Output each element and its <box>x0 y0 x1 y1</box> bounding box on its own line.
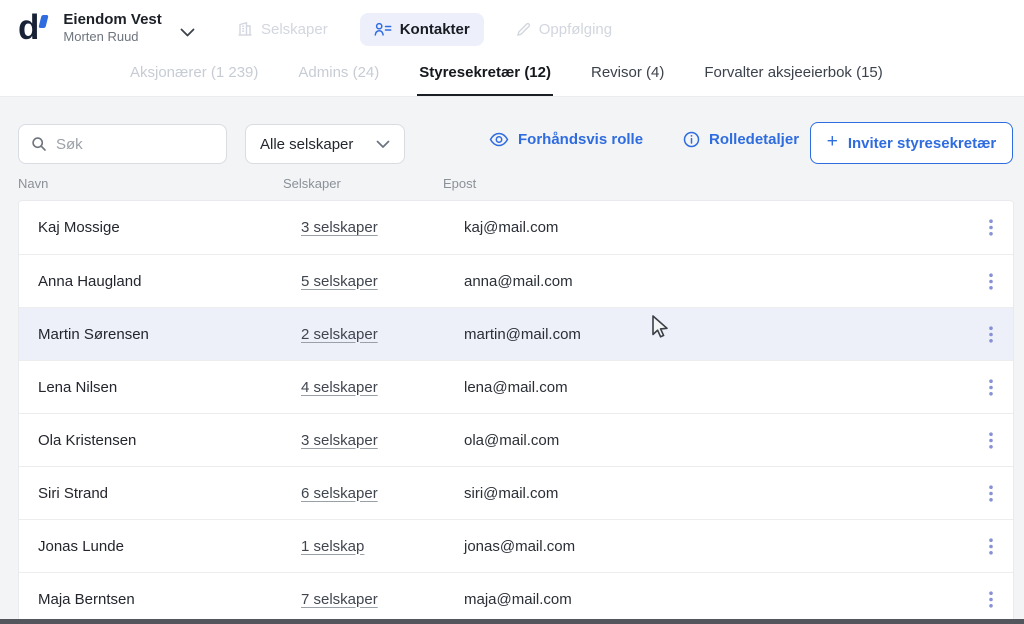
column-header-email: Epost <box>443 176 970 191</box>
nav-item-companies[interactable]: Selskaper <box>227 13 338 46</box>
table-row[interactable]: Maja Berntsen 7 selskaper maja@mail.com <box>19 572 1013 624</box>
companies-link[interactable]: 7 selskaper <box>301 591 378 608</box>
org-block: Eiendom Vest Morten Ruud <box>63 11 161 46</box>
org-user-name: Morten Ruud <box>63 29 161 45</box>
preview-role-link[interactable]: Forhåndsvis rolle <box>489 131 643 148</box>
contact-email: jonas@mail.com <box>464 538 969 555</box>
info-icon <box>683 131 700 148</box>
building-icon <box>237 21 253 37</box>
preview-role-label: Forhåndsvis rolle <box>518 131 643 148</box>
contact-name: Maja Berntsen <box>38 591 301 608</box>
kebab-menu-icon[interactable] <box>969 432 1013 449</box>
table-row[interactable]: Kaj Mossige 3 selskaper kaj@mail.com <box>19 201 1013 254</box>
contacts-icon <box>374 22 392 37</box>
table-row[interactable]: Ola Kristensen 3 selskaper ola@mail.com <box>19 413 1013 466</box>
contacts-table: Kaj Mossige 3 selskaper kaj@mail.com Ann… <box>18 200 1014 624</box>
nav-item-followup[interactable]: Oppfølging <box>506 13 622 46</box>
contact-email: ola@mail.com <box>464 432 969 449</box>
kebab-menu-icon[interactable] <box>969 219 1013 236</box>
contact-email: anna@mail.com <box>464 273 969 290</box>
kebab-menu-icon[interactable] <box>969 485 1013 502</box>
tab-board-secretary[interactable]: Styresekretær (12) <box>417 60 553 97</box>
invite-secretary-button[interactable]: + Inviter styresekretær <box>810 122 1013 164</box>
chevron-down-icon <box>376 140 390 149</box>
logo-accent-mark <box>39 15 49 28</box>
kebab-menu-icon[interactable] <box>969 326 1013 343</box>
table-row-hovered[interactable]: Martin Sørensen 2 selskaper martin@mail.… <box>19 307 1013 360</box>
contact-name: Jonas Lunde <box>38 538 301 555</box>
kebab-menu-icon[interactable] <box>969 591 1013 608</box>
eye-icon <box>489 132 509 147</box>
companies-link[interactable]: 2 selskaper <box>301 326 378 343</box>
contact-name: Martin Sørensen <box>38 326 301 343</box>
filter-value: Alle selskaper <box>260 136 353 153</box>
org-name: Eiendom Vest <box>63 11 161 30</box>
tab-registrar[interactable]: Forvalter aksjeeierbok (15) <box>702 60 884 97</box>
contact-email: lena@mail.com <box>464 379 969 396</box>
chevron-down-icon[interactable] <box>180 28 195 37</box>
contact-name: Anna Haugland <box>38 273 301 290</box>
table-row[interactable]: Siri Strand 6 selskaper siri@mail.com <box>19 466 1013 519</box>
app-logo: d <box>18 9 47 47</box>
kebab-menu-icon[interactable] <box>969 273 1013 290</box>
window-bottom-edge <box>0 619 1024 624</box>
companies-link[interactable]: 1 selskap <box>301 538 364 555</box>
top-nav: Selskaper Kontakter Oppfølging <box>227 10 622 48</box>
companies-link[interactable]: 3 selskaper <box>301 219 378 236</box>
kebab-menu-icon[interactable] <box>969 538 1013 555</box>
table-row[interactable]: Jonas Lunde 1 selskap jonas@mail.com <box>19 519 1013 572</box>
role-details-link[interactable]: Rolledetaljer <box>683 131 799 148</box>
pencil-icon <box>516 22 531 37</box>
nav-item-label: Oppfølging <box>539 21 612 38</box>
column-header-name: Navn <box>18 176 283 191</box>
search-box[interactable] <box>18 124 227 164</box>
companies-link[interactable]: 6 selskaper <box>301 485 378 502</box>
org-switcher[interactable]: d Eiendom Vest Morten Ruud <box>18 9 195 47</box>
company-filter-select[interactable]: Alle selskaper <box>245 124 405 164</box>
companies-link[interactable]: 3 selskaper <box>301 432 378 449</box>
table-row[interactable]: Lena Nilsen 4 selskaper lena@mail.com <box>19 360 1013 413</box>
contact-email: siri@mail.com <box>464 485 969 502</box>
plus-icon: + <box>827 131 838 153</box>
app-header: d Eiendom Vest Morten Ruud Selskaper <box>0 0 1024 96</box>
nav-item-label: Kontakter <box>400 21 470 38</box>
tab-bar: Aksjonærer (1 239) Admins (24) Styresekr… <box>128 60 885 97</box>
tab-auditor[interactable]: Revisor (4) <box>589 60 666 97</box>
invite-button-label: Inviter styresekretær <box>848 135 996 152</box>
nav-item-label: Selskaper <box>261 21 328 38</box>
kebab-menu-icon[interactable] <box>969 379 1013 396</box>
nav-item-contacts[interactable]: Kontakter <box>360 13 484 46</box>
contact-name: Ola Kristensen <box>38 432 301 449</box>
tab-shareholders[interactable]: Aksjonærer (1 239) <box>128 60 260 97</box>
column-header-companies: Selskaper <box>283 176 443 191</box>
companies-link[interactable]: 4 selskaper <box>301 379 378 396</box>
companies-link[interactable]: 5 selskaper <box>301 273 378 290</box>
tab-admins[interactable]: Admins (24) <box>296 60 381 97</box>
role-details-label: Rolledetaljer <box>709 131 799 148</box>
main-content: Alle selskaper Forhåndsvis rolle Rollede… <box>0 96 1024 624</box>
contact-email: kaj@mail.com <box>464 219 969 236</box>
table-row[interactable]: Anna Haugland 5 selskaper anna@mail.com <box>19 254 1013 307</box>
search-input[interactable] <box>56 136 214 153</box>
contact-name: Siri Strand <box>38 485 301 502</box>
contact-name: Lena Nilsen <box>38 379 301 396</box>
table-column-headers: Navn Selskaper Epost <box>18 176 1014 191</box>
contact-email: martin@mail.com <box>464 326 969 343</box>
search-icon <box>31 136 47 152</box>
contact-name: Kaj Mossige <box>38 219 301 236</box>
contact-email: maja@mail.com <box>464 591 969 608</box>
